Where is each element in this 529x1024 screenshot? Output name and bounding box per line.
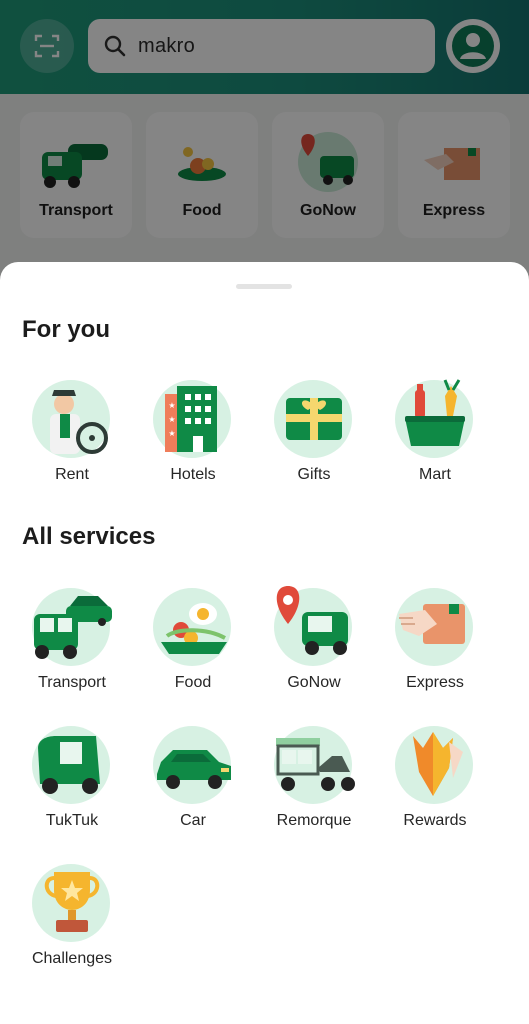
service-gifts[interactable]: Gifts (264, 380, 364, 490)
service-transport[interactable]: Transport (22, 588, 122, 698)
service-label: Mart (419, 466, 451, 483)
svg-text:★: ★ (168, 401, 175, 410)
gifts-icon (286, 398, 342, 440)
service-car[interactable]: Car (143, 726, 243, 836)
service-tuktuk[interactable]: TukTuk (22, 726, 122, 836)
express-icon (399, 604, 465, 644)
for-you-title: For you (22, 316, 110, 343)
svg-text:★: ★ (168, 429, 175, 438)
service-rent[interactable]: Rent (22, 380, 122, 490)
service-label: Challenges (31, 950, 113, 967)
service-label: GoNow (287, 674, 341, 691)
service-gonow[interactable]: GoNow (264, 586, 364, 698)
service-label: Transport (38, 674, 106, 691)
rent-icon (50, 390, 108, 454)
service-challenges[interactable]: Challenges (22, 864, 122, 974)
service-express[interactable]: Express (385, 588, 485, 698)
car-icon (157, 750, 231, 789)
svg-text:★: ★ (168, 415, 175, 424)
service-label: Express (406, 674, 464, 691)
service-rewards[interactable]: Rewards (385, 726, 485, 836)
rewards-icon (413, 732, 463, 796)
challenges-icon (44, 872, 100, 932)
all-services-title: All services (22, 523, 156, 550)
remorque-icon (276, 738, 355, 791)
service-label: Gifts (297, 466, 331, 483)
food-icon (161, 603, 227, 654)
service-label: Car (180, 812, 206, 829)
service-hotels[interactable]: ★ ★ ★ Hotels (143, 380, 243, 490)
mart-icon (405, 379, 465, 446)
service-label: Rewards (403, 812, 467, 829)
service-label: Food (174, 674, 212, 691)
service-remorque[interactable]: Remorque (264, 726, 364, 836)
hotels-icon: ★ ★ ★ (165, 386, 217, 452)
service-mart[interactable]: Mart (385, 379, 485, 490)
service-food[interactable]: Food (143, 588, 243, 698)
service-label: Remorque (276, 812, 352, 829)
services-sheet: For you Rent ★ ★ ★ Hotels Gifts Mart All… (0, 262, 529, 1024)
service-label: Hotels (170, 466, 216, 483)
drag-handle[interactable] (236, 284, 292, 289)
transport-icon (34, 596, 112, 659)
service-label: Rent (55, 466, 89, 483)
tuktuk-icon (38, 736, 100, 794)
service-label: TukTuk (45, 812, 99, 829)
gonow-icon (276, 586, 348, 655)
